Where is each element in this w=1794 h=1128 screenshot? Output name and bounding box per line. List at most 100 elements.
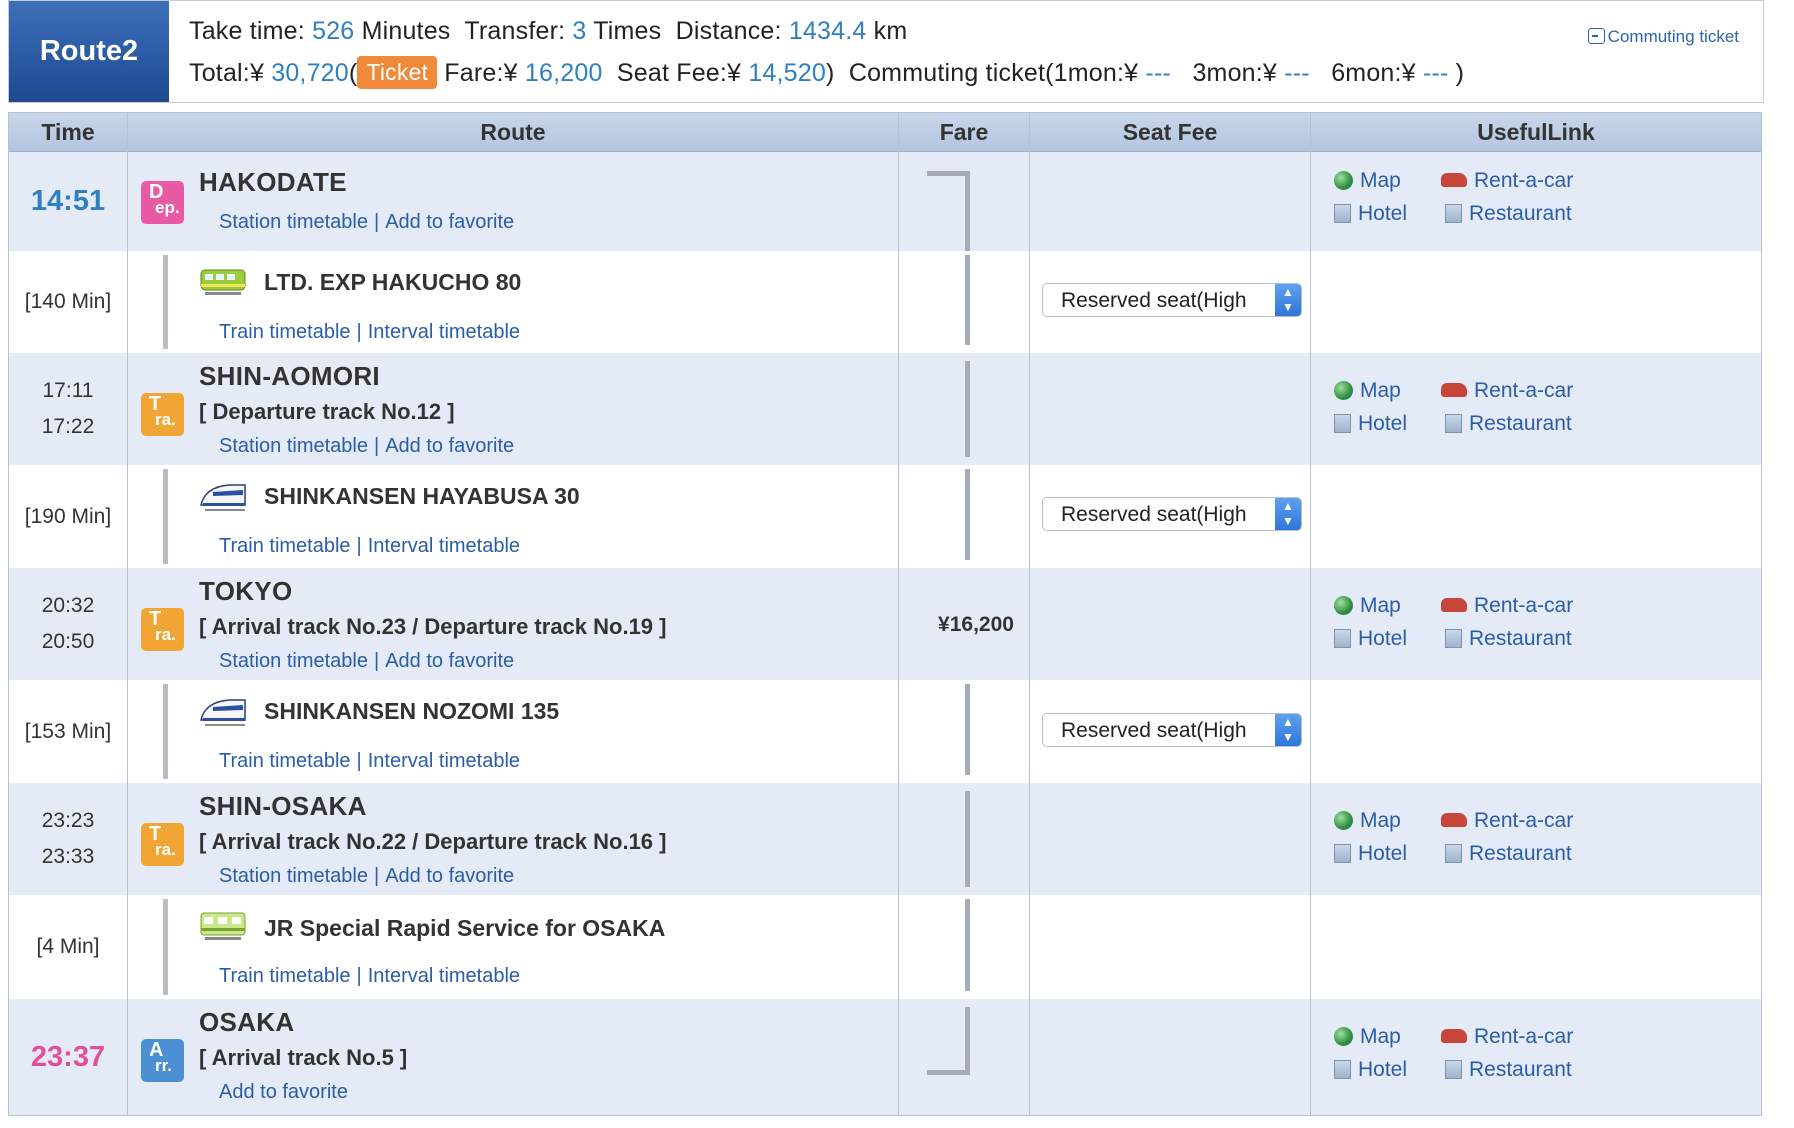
take-time-value: 526 bbox=[312, 17, 355, 45]
hotel-link[interactable]: Hotel bbox=[1334, 1058, 1407, 1082]
globe-icon bbox=[1334, 596, 1353, 615]
departure-time: 14:51 bbox=[30, 184, 106, 217]
train-links: Train timetable | Interval timetable bbox=[219, 965, 521, 987]
restaurant-link[interactable]: Restaurant bbox=[1445, 1058, 1572, 1082]
seat-type-select[interactable]: Reserved seat(High ▲ ▼ bbox=[1042, 283, 1302, 317]
fare-bracket bbox=[965, 684, 970, 775]
route-summary-line-1: Take time: 526 Minutes Transfer: 3 Times… bbox=[189, 17, 907, 46]
restaurant-link[interactable]: Restaurant bbox=[1445, 842, 1572, 866]
hotel-link[interactable]: Hotel bbox=[1334, 842, 1407, 866]
interval-timetable-link[interactable]: Interval timetable bbox=[368, 321, 520, 343]
time-cell: 23:23 23:33 bbox=[9, 783, 127, 895]
train-name: JR Special Rapid Service for OSAKA bbox=[264, 915, 666, 941]
fare-bracket bbox=[965, 1007, 970, 1075]
building-icon bbox=[1334, 204, 1351, 223]
route-line bbox=[163, 684, 168, 779]
train-links: Train timetable | Interval timetable bbox=[219, 535, 521, 557]
train-timetable-link[interactable]: Train timetable bbox=[219, 965, 351, 987]
map-link[interactable]: Map bbox=[1334, 1025, 1401, 1049]
commuting-6mon-label: 6mon:¥ bbox=[1331, 59, 1416, 87]
map-link[interactable]: Map bbox=[1334, 169, 1401, 193]
station-timetable-link[interactable]: Station timetable bbox=[219, 865, 368, 887]
map-link[interactable]: Map bbox=[1334, 379, 1401, 403]
hotel-link[interactable]: Hotel bbox=[1334, 202, 1407, 226]
column-header-route: Route bbox=[128, 113, 898, 152]
commuting-ticket-icon bbox=[1587, 28, 1605, 44]
column-divider bbox=[898, 113, 899, 1115]
train-timetable-link[interactable]: Train timetable bbox=[219, 750, 351, 772]
hotel-link[interactable]: Hotel bbox=[1334, 627, 1407, 651]
station-name: OSAKA bbox=[199, 1007, 295, 1037]
train-links: Train timetable | Interval timetable bbox=[219, 750, 521, 772]
fare-bracket bbox=[965, 791, 970, 887]
hotel-link[interactable]: Hotel bbox=[1334, 412, 1407, 436]
rent-a-car-link[interactable]: Rent-a-car bbox=[1441, 1025, 1573, 1049]
station-links: Add to favorite bbox=[219, 1081, 348, 1104]
add-to-favorite-link[interactable]: Add to favorite bbox=[385, 211, 514, 233]
interval-timetable-link[interactable]: Interval timetable bbox=[368, 535, 520, 557]
station-name: HAKODATE bbox=[199, 167, 347, 197]
duration-cell: [153 Min] bbox=[9, 680, 127, 783]
seat-type-select[interactable]: Reserved seat(High ▲ ▼ bbox=[1042, 713, 1302, 747]
seat-fee-label: Seat Fee:¥ bbox=[616, 59, 742, 87]
station-timetable-link[interactable]: Station timetable bbox=[219, 650, 368, 672]
station-timetable-link[interactable]: Station timetable bbox=[219, 435, 368, 457]
train-leg-row: [4 Min] JR Special Rapid Service for OSA… bbox=[9, 895, 1761, 999]
route-label: Route2 bbox=[9, 1, 169, 102]
route-line bbox=[163, 255, 168, 349]
map-link[interactable]: Map bbox=[1334, 809, 1401, 833]
shinkansen-icon bbox=[200, 484, 246, 511]
rent-a-car-link[interactable]: Rent-a-car bbox=[1441, 809, 1573, 833]
arrival-time: 23:23 bbox=[41, 809, 95, 832]
time-cell: 17:11 17:22 bbox=[9, 353, 127, 465]
interval-timetable-link[interactable]: Interval timetable bbox=[368, 750, 520, 772]
commuting-ticket-link[interactable]: Commuting ticket bbox=[1587, 27, 1739, 47]
train-name: LTD. EXP HAKUCHO 80 bbox=[264, 269, 522, 295]
restaurant-link[interactable]: Restaurant bbox=[1445, 202, 1572, 226]
departure-badge-icon: Dep. bbox=[141, 181, 184, 224]
interval-timetable-link[interactable]: Interval timetable bbox=[368, 965, 520, 987]
arrival-time: 23:37 bbox=[30, 1040, 106, 1073]
time-cell: 14:51 bbox=[9, 151, 127, 251]
globe-icon bbox=[1334, 381, 1353, 400]
time-cell: 20:32 20:50 bbox=[9, 568, 127, 680]
building-icon bbox=[1445, 844, 1462, 863]
column-header-useful-link: UsefulLink bbox=[1311, 113, 1761, 152]
fare-bracket bbox=[965, 171, 970, 251]
add-to-favorite-link[interactable]: Add to favorite bbox=[385, 650, 514, 672]
transfer-badge-icon: Tra. bbox=[141, 608, 184, 651]
restaurant-link[interactable]: Restaurant bbox=[1445, 412, 1572, 436]
car-icon bbox=[1441, 813, 1467, 827]
column-header-seat-fee: Seat Fee bbox=[1030, 113, 1310, 152]
restaurant-link[interactable]: Restaurant bbox=[1445, 627, 1572, 651]
building-icon bbox=[1334, 844, 1351, 863]
total-value: 30,720 bbox=[271, 59, 349, 87]
add-to-favorite-link[interactable]: Add to favorite bbox=[385, 435, 514, 457]
rent-a-car-link[interactable]: Rent-a-car bbox=[1441, 169, 1573, 193]
rent-a-car-link[interactable]: Rent-a-car bbox=[1441, 379, 1573, 403]
building-icon bbox=[1445, 1060, 1462, 1079]
station-timetable-link[interactable]: Station timetable bbox=[219, 211, 368, 233]
station-name: SHIN-AOMORI bbox=[199, 361, 380, 391]
map-link[interactable]: Map bbox=[1334, 594, 1401, 618]
commuting-3mon-value: --- bbox=[1284, 59, 1310, 87]
fare-bracket bbox=[965, 899, 970, 991]
ticket-button[interactable]: Ticket bbox=[357, 56, 438, 89]
select-arrows-icon: ▲ ▼ bbox=[1275, 498, 1301, 530]
train-timetable-link[interactable]: Train timetable bbox=[219, 321, 351, 343]
seat-fee-value: 14,520 bbox=[748, 59, 826, 87]
add-to-favorite-link[interactable]: Add to favorite bbox=[385, 865, 514, 887]
add-to-favorite-link[interactable]: Add to favorite bbox=[219, 1081, 348, 1103]
rent-a-car-link[interactable]: Rent-a-car bbox=[1441, 594, 1573, 618]
station-links: Station timetable | Add to favorite bbox=[219, 865, 515, 887]
duration-cell: [140 Min] bbox=[9, 251, 127, 353]
duration-cell: [190 Min] bbox=[9, 465, 127, 568]
seat-type-select[interactable]: Reserved seat(High ▲ ▼ bbox=[1042, 497, 1302, 531]
station-row-osaka: 23:37 Arr. OSAKA [ Arrival track No.5 ] … bbox=[9, 999, 1761, 1115]
train-timetable-link[interactable]: Train timetable bbox=[219, 535, 351, 557]
duration-cell: [4 Min] bbox=[9, 895, 127, 999]
fare-bracket bbox=[965, 361, 970, 457]
fare-bracket bbox=[965, 255, 970, 345]
column-divider bbox=[1029, 113, 1030, 1115]
time-cell: 23:37 bbox=[9, 999, 127, 1115]
